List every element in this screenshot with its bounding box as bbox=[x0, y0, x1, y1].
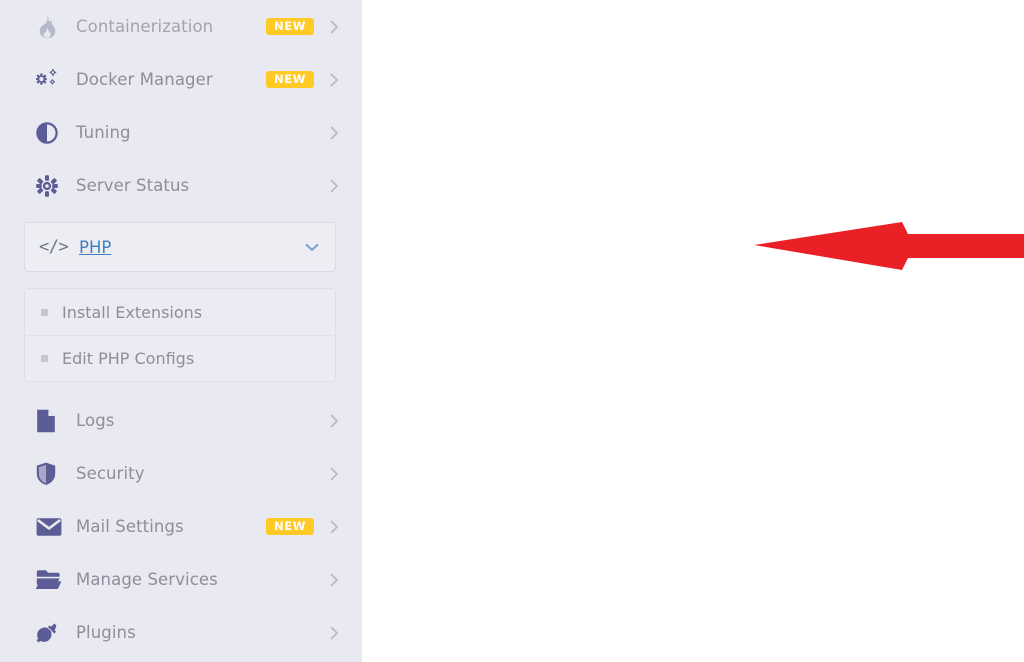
bullet-icon bbox=[41, 355, 48, 362]
sidebar-item-label: Security bbox=[76, 464, 145, 483]
sidebar-item-php-label[interactable]: PHP bbox=[69, 238, 305, 257]
chevron-down-icon[interactable] bbox=[305, 243, 319, 252]
sidebar-item-label: Tuning bbox=[76, 123, 131, 142]
code-brackets-icon: </> bbox=[39, 237, 69, 257]
fire-icon bbox=[36, 12, 66, 42]
badge-new: NEW bbox=[266, 517, 314, 536]
sidebar-item-manage-services[interactable]: Manage Services bbox=[0, 553, 362, 606]
chevron-right-icon[interactable] bbox=[328, 573, 340, 587]
sidebar-subitem-install-extensions[interactable]: Install Extensions bbox=[25, 289, 335, 335]
sidebar-item-label: Plugins bbox=[76, 623, 136, 642]
sidebar-item-tuning[interactable]: Tuning bbox=[0, 106, 362, 159]
sidebar-bottom-group: Logs Security Mail Settings NEW Manage S… bbox=[0, 394, 362, 659]
contrast-circle-icon bbox=[36, 118, 66, 148]
sidebar-item-mail-settings[interactable]: Mail Settings NEW bbox=[0, 500, 362, 553]
sidebar: Containerization NEW Docker Manager NEW … bbox=[0, 0, 362, 662]
sidebar-subitem-label: Install Extensions bbox=[62, 302, 203, 322]
badge-new: NEW bbox=[266, 70, 314, 89]
sidebar-item-logs[interactable]: Logs bbox=[0, 394, 362, 447]
annotation-arrow-icon bbox=[754, 222, 1024, 270]
sidebar-item-php[interactable]: </> PHP bbox=[24, 222, 336, 272]
sidebar-item-security[interactable]: Security bbox=[0, 447, 362, 500]
sidebar-item-server-status[interactable]: Server Status bbox=[0, 159, 362, 212]
sidebar-item-plugins[interactable]: Plugins bbox=[0, 606, 362, 659]
chevron-right-icon[interactable] bbox=[328, 20, 340, 34]
sidebar-item-docker-manager[interactable]: Docker Manager NEW bbox=[0, 53, 362, 106]
sidebar-item-label: Manage Services bbox=[76, 570, 218, 589]
chevron-right-icon[interactable] bbox=[328, 467, 340, 481]
power-plug-icon bbox=[36, 618, 66, 648]
sidebar-item-label: Mail Settings bbox=[76, 517, 184, 536]
sidebar-item-label: Docker Manager bbox=[76, 70, 213, 89]
envelope-icon bbox=[36, 512, 66, 542]
badge-new: NEW bbox=[266, 17, 314, 36]
content-area bbox=[362, 0, 1024, 662]
sidebar-item-label: Logs bbox=[76, 411, 115, 430]
sidebar-item-containerization[interactable]: Containerization NEW bbox=[0, 0, 362, 53]
bullet-icon bbox=[41, 308, 48, 316]
chevron-right-icon[interactable] bbox=[328, 414, 340, 428]
app-root: Containerization NEW Docker Manager NEW … bbox=[0, 0, 1024, 662]
php-submenu: Install Extensions Edit PHP Configs bbox=[24, 288, 336, 382]
sidebar-item-label: Server Status bbox=[76, 176, 190, 195]
chevron-right-icon[interactable] bbox=[328, 179, 340, 193]
file-document-icon bbox=[36, 406, 66, 436]
sidebar-item-label: Containerization bbox=[76, 17, 214, 36]
sidebar-subitem-edit-php-configs[interactable]: Edit PHP Configs bbox=[25, 335, 335, 381]
sidebar-subitem-label: Edit PHP Configs bbox=[62, 349, 195, 368]
shield-icon bbox=[36, 459, 66, 489]
chevron-right-icon[interactable] bbox=[328, 126, 340, 140]
chevron-right-icon[interactable] bbox=[328, 520, 340, 534]
folder-open-icon bbox=[36, 565, 66, 595]
chevron-right-icon[interactable] bbox=[328, 626, 340, 640]
gear-icon bbox=[36, 171, 66, 201]
chevron-right-icon[interactable] bbox=[328, 73, 340, 87]
cogs-icon bbox=[36, 65, 66, 95]
